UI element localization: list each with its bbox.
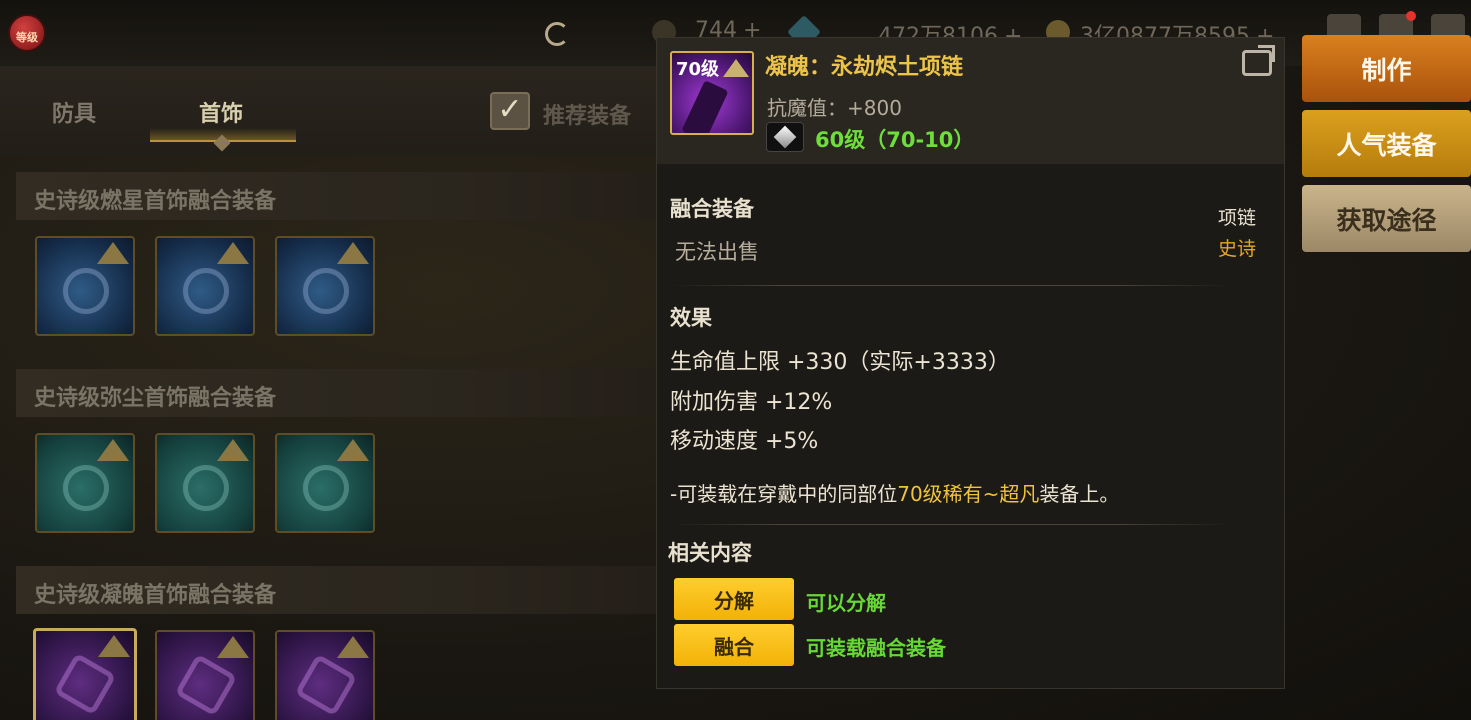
necklace-icon xyxy=(53,652,117,716)
grade-mark-icon xyxy=(723,59,749,77)
grade-mark-icon xyxy=(97,242,129,264)
grade-mark-icon xyxy=(217,636,249,658)
item-name: 凝魄：永劫烬土项链 xyxy=(765,55,964,80)
effect-line: 移动速度 +5% xyxy=(670,429,819,454)
rank-emblem-icon[interactable]: 等级 xyxy=(8,14,46,52)
no-sell-label: 无法出售 xyxy=(675,240,759,264)
item-detail-body: 融合装备 无法出售 项链 史诗 效果 生命值上限 +330（实际+3333） 附… xyxy=(657,164,1284,688)
tabs-row: 防具 首饰 ✓ 推荐装备 xyxy=(0,66,656,156)
magic-resist-stat: 抗魔值：+800 xyxy=(767,96,902,120)
effect-title: 效果 xyxy=(670,306,712,330)
grade-mark-icon xyxy=(97,439,129,461)
grade-mark-icon xyxy=(98,635,130,657)
item-slot[interactable] xyxy=(35,236,135,336)
section-header-michen: 史诗级弥尘首饰融合装备 xyxy=(16,369,656,417)
tab-armor[interactable]: 防具 xyxy=(52,96,96,128)
grade-mark-icon xyxy=(217,439,249,461)
bracelet-icon xyxy=(174,653,238,717)
equipment-list-panel: 防具 首饰 ✓ 推荐装备 史诗级燃星首饰融合装备 史诗级弥尘首饰融合装备 史诗级… xyxy=(0,66,656,720)
item-slot[interactable] xyxy=(275,433,375,533)
gem-icon xyxy=(766,122,804,152)
necklace-graphic xyxy=(681,80,729,133)
grade-mark-icon xyxy=(337,242,369,264)
bracelet-icon xyxy=(183,268,229,314)
divider xyxy=(670,285,1230,286)
fusion-label: 融合装备 xyxy=(670,197,754,221)
grade-mark-icon xyxy=(217,242,249,264)
item-detail-header: 70级 凝魄：永劫烬土项链 抗魔值：+800 60级（70-10） xyxy=(657,38,1284,164)
gem-level: 60级（70-10） xyxy=(815,128,975,152)
ring-icon xyxy=(303,268,349,314)
fusion-button[interactable]: 融合 xyxy=(674,624,794,666)
item-type: 项链 xyxy=(1218,207,1257,229)
ring-icon xyxy=(303,465,349,511)
necklace-icon xyxy=(63,268,109,314)
divider xyxy=(670,524,1230,525)
obtain-route-button[interactable]: 获取途径 xyxy=(1302,185,1471,252)
related-title: 相关内容 xyxy=(668,541,752,565)
item-slot[interactable] xyxy=(275,236,375,336)
equip-note: -可装载在穿戴中的同部位70级稀有~超凡装备上。 xyxy=(670,478,1119,507)
rank-emblem-label: 等级 xyxy=(16,31,38,44)
fusion-desc: 可装载融合装备 xyxy=(806,636,946,660)
grade-mark-icon xyxy=(337,636,369,658)
item-rarity: 史诗 xyxy=(1218,238,1257,260)
item-slot[interactable] xyxy=(275,630,375,720)
effect-line: 附加伤害 +12% xyxy=(670,390,833,415)
ring-icon xyxy=(294,653,358,717)
grade-mark-icon xyxy=(337,439,369,461)
item-slot-selected[interactable] xyxy=(33,628,137,720)
tab-accessory[interactable]: 首饰 xyxy=(199,96,243,128)
item-slot[interactable] xyxy=(155,236,255,336)
disassemble-desc: 可以分解 xyxy=(806,591,886,615)
share-icon[interactable] xyxy=(1242,45,1275,76)
item-slot[interactable] xyxy=(155,433,255,533)
item-slot[interactable] xyxy=(155,630,255,720)
bracelet-icon xyxy=(183,465,229,511)
recommend-checkbox[interactable]: ✓ xyxy=(490,92,530,130)
recommend-label: 推荐装备 xyxy=(543,104,632,129)
item-icon-level: 70级 xyxy=(676,59,720,80)
popular-equipment-button[interactable]: 人气装备 xyxy=(1302,110,1471,177)
item-icon: 70级 xyxy=(670,51,754,135)
item-detail-popup: 70级 凝魄：永劫烬土项链 抗魔值：+800 60级（70-10） 融合装备 无… xyxy=(656,37,1285,689)
craft-button[interactable]: 制作 xyxy=(1302,35,1471,102)
note-highlight: 70级稀有~超凡 xyxy=(897,482,1040,506)
effect-line: 生命值上限 +330（实际+3333） xyxy=(670,350,1010,375)
necklace-icon xyxy=(63,465,109,511)
notification-dot xyxy=(1406,11,1416,21)
refresh-icon[interactable] xyxy=(545,22,569,46)
item-slot[interactable] xyxy=(35,433,135,533)
note-prefix: -可装载在穿戴中的同部位 xyxy=(670,482,898,506)
disassemble-button[interactable]: 分解 xyxy=(674,578,794,620)
section-header-ranxing: 史诗级燃星首饰融合装备 xyxy=(16,172,656,220)
note-suffix: 装备上。 xyxy=(1039,482,1120,506)
section-header-ningpo: 史诗级凝魄首饰融合装备 xyxy=(16,566,656,614)
